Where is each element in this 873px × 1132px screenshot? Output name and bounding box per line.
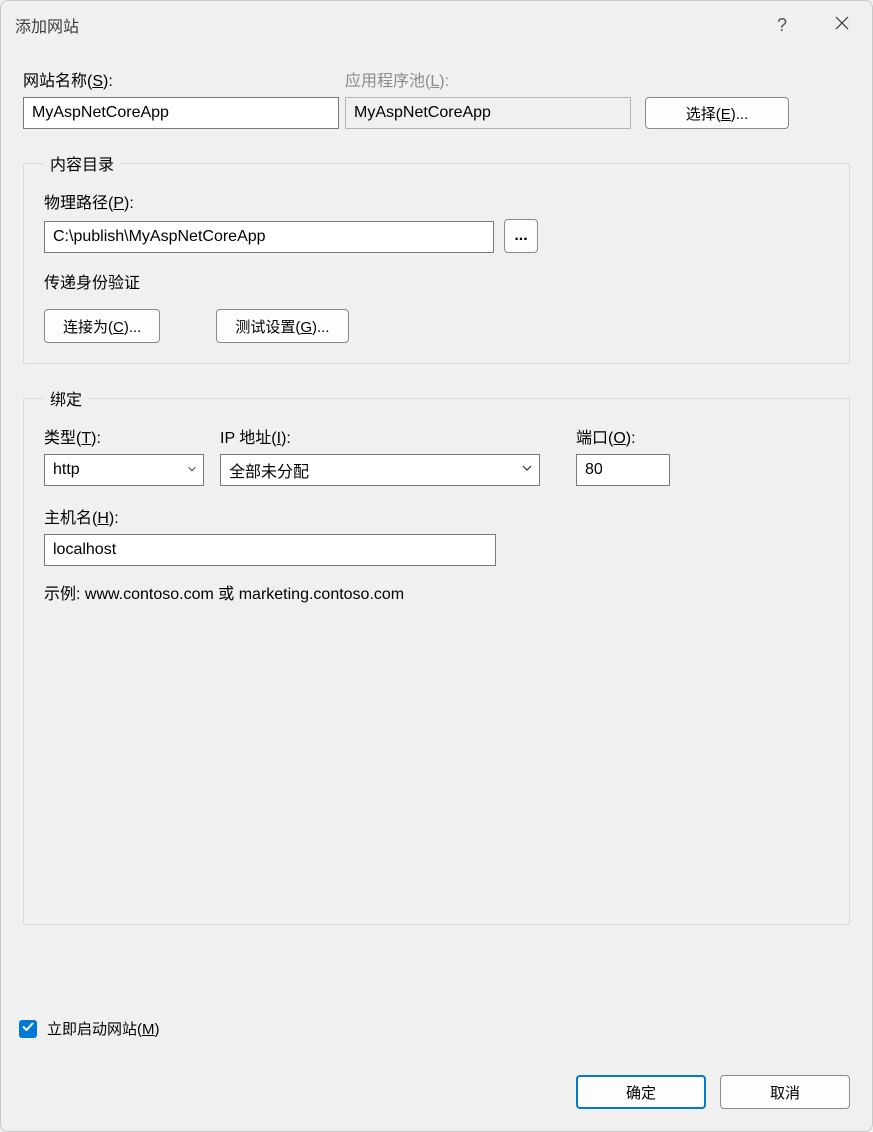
physical-path-row: ... — [44, 219, 829, 253]
window-title: 添加网站 — [15, 13, 79, 37]
binding-group: 绑定 类型(T): http IP 地址(I): — [23, 386, 850, 925]
site-name-label: 网站名称(S): — [23, 67, 339, 91]
help-icon: ? — [777, 15, 787, 36]
start-immediately-row: 立即启动网站(M) — [19, 1018, 850, 1039]
titlebar: 添加网站 ? — [1, 1, 872, 49]
content-directory-legend: 内容目录 — [44, 151, 120, 175]
port-field: 端口(O): — [576, 424, 670, 486]
physical-path-input[interactable] — [44, 221, 494, 253]
host-field: 主机名(H): — [44, 504, 496, 566]
browse-button[interactable]: ... — [504, 219, 538, 253]
start-immediately-checkbox[interactable] — [19, 1020, 37, 1038]
type-value: http — [53, 461, 80, 479]
help-button[interactable]: ? — [752, 1, 812, 49]
binding-row1: 类型(T): http IP 地址(I): 全部未分配 — [44, 424, 829, 486]
ok-button[interactable]: 确定 — [576, 1075, 706, 1109]
app-pool-group: 应用程序池(L): — [345, 67, 631, 129]
top-row: 网站名称(S): 应用程序池(L): 选择(E)... — [23, 67, 850, 129]
close-button[interactable] — [812, 1, 872, 49]
app-pool-label: 应用程序池(L): — [345, 67, 631, 91]
chevron-down-icon — [187, 461, 197, 479]
host-input[interactable] — [44, 534, 496, 566]
physical-path-label: 物理路径(P): — [44, 189, 829, 213]
app-pool-input — [345, 97, 631, 129]
ip-combo[interactable]: 全部未分配 — [220, 454, 540, 486]
type-field: 类型(T): http — [44, 424, 204, 486]
binding-legend: 绑定 — [44, 386, 88, 410]
ip-field: IP 地址(I): 全部未分配 — [220, 424, 540, 486]
ip-value: 全部未分配 — [229, 458, 309, 482]
host-label: 主机名(H): — [44, 504, 496, 528]
dialog-footer: 确定 取消 — [1, 1075, 872, 1131]
host-example-text: 示例: www.contoso.com 或 marketing.contoso.… — [44, 580, 829, 604]
cancel-button[interactable]: 取消 — [720, 1075, 850, 1109]
site-name-input[interactable] — [23, 97, 339, 129]
select-app-pool-button[interactable]: 选择(E)... — [645, 97, 789, 129]
dialog-content: 网站名称(S): 应用程序池(L): 选择(E)... 内容目录 物理路径(P)… — [1, 49, 872, 1075]
ip-label: IP 地址(I): — [220, 424, 540, 448]
auth-button-row: 连接为(C)... 测试设置(G)... — [44, 309, 829, 343]
add-website-dialog: 添加网站 ? 网站名称(S): 应用程序池(L): — [0, 0, 873, 1132]
connect-as-button[interactable]: 连接为(C)... — [44, 309, 160, 343]
type-label: 类型(T): — [44, 424, 204, 448]
content-directory-group: 内容目录 物理路径(P): ... 传递身份验证 连接为(C)... 测试设置(… — [23, 151, 850, 364]
checkmark-icon — [21, 1020, 35, 1038]
passthrough-auth-label: 传递身份验证 — [44, 269, 829, 293]
chevron-down-icon — [521, 461, 533, 479]
port-input[interactable] — [576, 454, 670, 486]
test-settings-button[interactable]: 测试设置(G)... — [216, 309, 348, 343]
port-label: 端口(O): — [576, 424, 670, 448]
type-combo[interactable]: http — [44, 454, 204, 486]
close-icon — [834, 15, 850, 35]
site-name-group: 网站名称(S): — [23, 67, 339, 129]
start-immediately-label: 立即启动网站(M) — [47, 1018, 160, 1039]
